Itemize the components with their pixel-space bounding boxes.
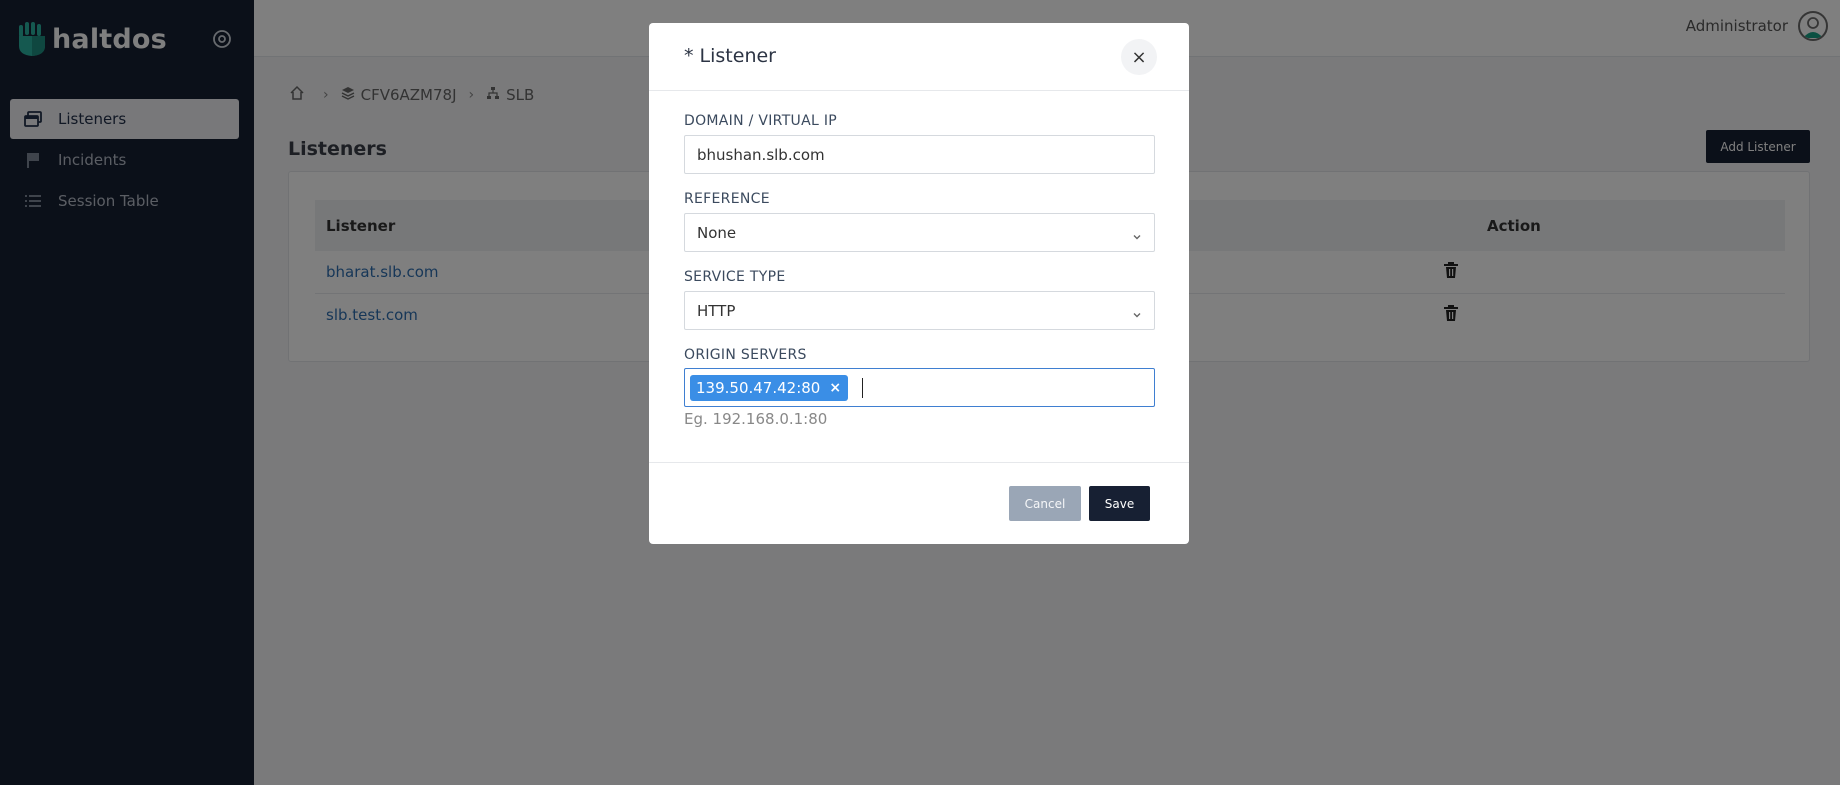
modal-title: * Listener	[684, 45, 776, 67]
remove-tag-icon[interactable]: ×	[829, 380, 841, 396]
service-type-value: HTTP	[697, 301, 736, 320]
service-type-label: SERVICE TYPE	[684, 269, 786, 285]
close-icon: ×	[1131, 46, 1147, 68]
origin-servers-input[interactable]: 139.50.47.42:80 ×	[684, 368, 1155, 407]
reference-select[interactable]: None	[684, 213, 1155, 252]
listener-modal: * Listener × DOMAIN / VIRTUAL IP bhushan…	[649, 23, 1189, 544]
domain-label: DOMAIN / VIRTUAL IP	[684, 113, 837, 129]
domain-input[interactable]: bhushan.slb.com	[684, 135, 1155, 174]
chevron-down-icon	[1132, 306, 1142, 317]
service-type-select[interactable]: HTTP	[684, 291, 1155, 330]
save-button[interactable]: Save	[1089, 486, 1150, 521]
cancel-button[interactable]: Cancel	[1009, 486, 1081, 521]
modal-footer: Cancel Save	[649, 462, 1189, 544]
close-button[interactable]: ×	[1121, 39, 1157, 75]
chevron-down-icon	[1132, 228, 1142, 239]
tag-label: 139.50.47.42:80	[696, 378, 821, 397]
modal-header: * Listener ×	[649, 23, 1189, 91]
reference-label: REFERENCE	[684, 191, 770, 207]
origin-servers-label: ORIGIN SERVERS	[684, 347, 807, 363]
text-cursor	[862, 377, 864, 398]
reference-value: None	[697, 223, 737, 242]
origin-servers-hint: Eg. 192.168.0.1:80	[684, 410, 828, 428]
origin-server-tag: 139.50.47.42:80 ×	[690, 374, 849, 401]
